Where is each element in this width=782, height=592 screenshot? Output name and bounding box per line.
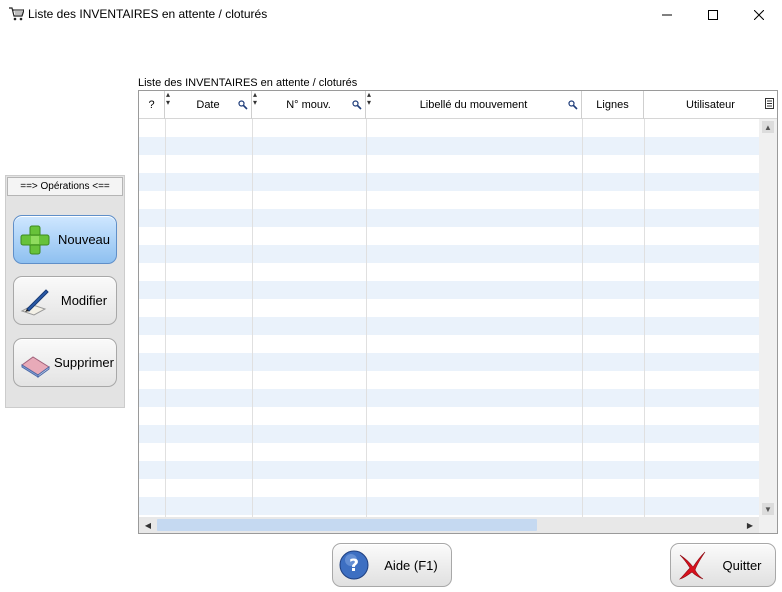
minimize-button[interactable] — [644, 0, 690, 30]
window-title: Liste des INVENTAIRES en attente / clotu… — [28, 7, 268, 21]
scroll-down-icon[interactable]: ▼ — [762, 503, 774, 515]
nouveau-button[interactable]: Nouveau — [13, 215, 117, 264]
table-row[interactable] — [139, 299, 759, 317]
scrollbar-corner — [759, 517, 777, 533]
column-label: Utilisateur — [686, 99, 735, 111]
column-divider — [165, 119, 166, 517]
table-row[interactable] — [139, 119, 759, 137]
column-label: N° mouv. — [286, 99, 331, 111]
modifier-button[interactable]: Modifier — [13, 276, 117, 325]
add-icon — [18, 223, 52, 257]
column-header-mouvement-number[interactable]: ▴ ▾ N° mouv. — [252, 91, 366, 119]
table-row[interactable] — [139, 335, 759, 353]
column-label: ? — [148, 99, 155, 111]
table-body[interactable] — [139, 119, 759, 517]
quitter-label: Quitter — [722, 557, 762, 573]
column-label: Date — [196, 99, 220, 111]
sort-icon[interactable]: ▴ ▾ — [166, 91, 170, 107]
minimize-icon — [662, 14, 672, 16]
nouveau-label: Nouveau — [57, 232, 111, 247]
vertical-scrollbar[interactable]: ▲ ▼ — [759, 119, 777, 517]
column-divider — [366, 119, 367, 517]
table-row[interactable] — [139, 137, 759, 155]
horizontal-scroll-thumb[interactable] — [157, 519, 537, 531]
close-icon — [754, 10, 764, 20]
table-row[interactable] — [139, 281, 759, 299]
edit-pen-icon — [18, 284, 52, 318]
horizontal-scrollbar[interactable]: ◀ ▶ — [139, 517, 759, 533]
sort-icon[interactable]: ▴ ▾ — [367, 91, 371, 107]
column-divider — [582, 119, 583, 517]
sort-icon[interactable]: ▴ ▾ — [253, 91, 257, 107]
supprimer-label: Supprimer — [54, 355, 114, 370]
table-row[interactable] — [139, 227, 759, 245]
table-row[interactable] — [139, 263, 759, 281]
column-label: Libellé du mouvement — [419, 99, 528, 111]
cart-icon — [9, 7, 24, 21]
table-row[interactable] — [139, 407, 759, 425]
search-icon[interactable] — [238, 100, 248, 110]
table-row[interactable] — [139, 353, 759, 371]
search-icon[interactable] — [352, 100, 362, 110]
column-header-date[interactable]: ▴ ▾ Date — [165, 91, 252, 119]
column-divider — [644, 119, 645, 517]
title-bar: Liste des INVENTAIRES en attente / clotu… — [0, 0, 782, 30]
maximize-button[interactable] — [690, 0, 736, 30]
column-header-lignes[interactable]: Lignes — [582, 91, 644, 119]
table-row[interactable] — [139, 479, 759, 497]
supprimer-button[interactable]: Supprimer — [13, 338, 117, 387]
table-row[interactable] — [139, 461, 759, 479]
inventory-table[interactable]: ? ▴ ▾ Date ▴ ▾ N° mouv. ▴ ▾ Libellé du mouv… — [138, 90, 778, 534]
modifier-label: Modifier — [60, 293, 108, 308]
close-button[interactable] — [736, 0, 782, 30]
grid-caption: Liste des INVENTAIRES en attente / clotu… — [138, 77, 358, 89]
table-row[interactable] — [139, 209, 759, 227]
eraser-icon — [18, 346, 52, 380]
aide-label: Aide (F1) — [384, 557, 438, 573]
svg-text:?: ? — [349, 556, 359, 576]
table-row[interactable] — [139, 443, 759, 461]
search-icon[interactable] — [568, 100, 578, 110]
table-row[interactable] — [139, 371, 759, 389]
column-label: Lignes — [596, 99, 629, 111]
table-header: ? ▴ ▾ Date ▴ ▾ N° mouv. ▴ ▾ Libellé du mouv… — [139, 91, 777, 119]
column-header-status[interactable]: ? — [139, 91, 165, 119]
table-row[interactable] — [139, 317, 759, 335]
column-header-utilisateur[interactable]: Utilisateur — [644, 91, 777, 119]
scroll-right-icon[interactable]: ▶ — [744, 519, 756, 531]
aide-button[interactable]: ? Aide (F1) — [332, 543, 452, 587]
scroll-left-icon[interactable]: ◀ — [142, 519, 154, 531]
column-header-libelle[interactable]: ▴ ▾ Libellé du mouvement — [366, 91, 582, 119]
table-row[interactable] — [139, 245, 759, 263]
table-row[interactable] — [139, 191, 759, 209]
table-row[interactable] — [139, 155, 759, 173]
table-row[interactable] — [139, 497, 759, 515]
table-row[interactable] — [139, 173, 759, 191]
table-row[interactable] — [139, 389, 759, 407]
cancel-x-icon — [675, 548, 709, 582]
quitter-button[interactable]: Quitter — [670, 543, 776, 587]
table-row[interactable] — [139, 425, 759, 443]
operations-title: ==> Opérations <== — [7, 177, 123, 196]
scroll-up-icon[interactable]: ▲ — [762, 121, 774, 133]
maximize-icon — [708, 10, 718, 20]
operations-panel: ==> Opérations <== Nouveau Modifier Supp… — [5, 175, 125, 408]
column-menu-icon[interactable] — [765, 98, 774, 109]
column-divider — [252, 119, 253, 517]
help-icon: ? — [337, 548, 371, 582]
